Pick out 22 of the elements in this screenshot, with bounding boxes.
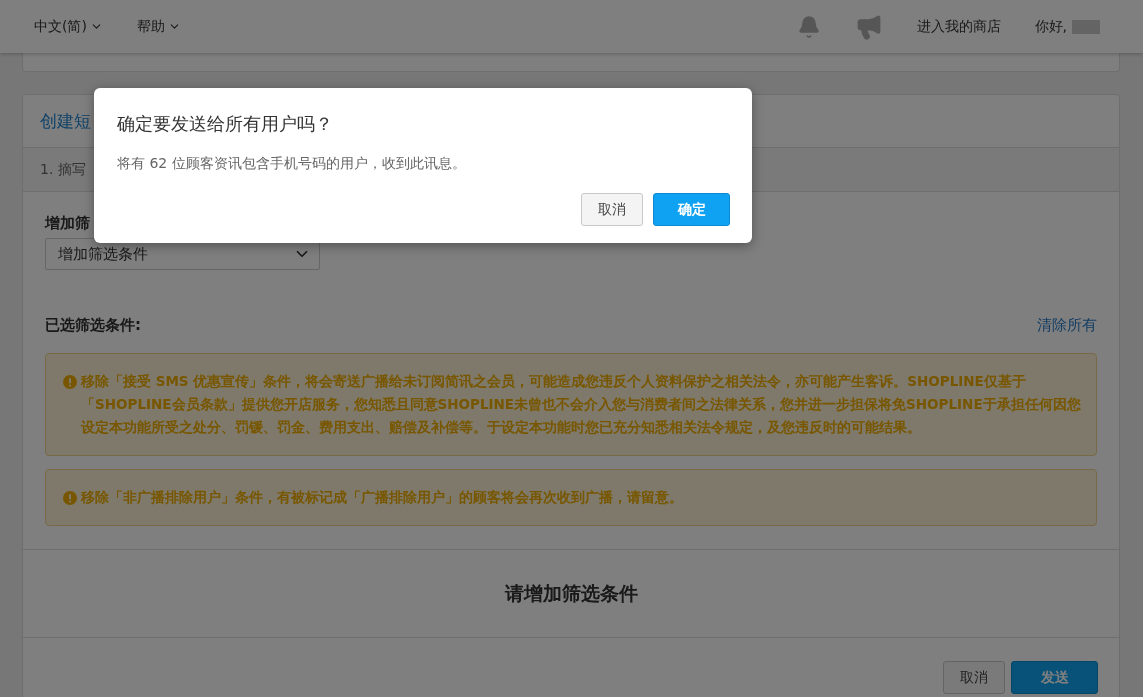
dialog-message: 将有 62 位顾客资讯包含手机号码的用户，收到此讯息。 (117, 154, 466, 173)
clear-all-link[interactable]: 清除所有 (1037, 316, 1097, 335)
confirm-button[interactable]: 确定 (653, 193, 730, 226)
selected-filters-label: 已选筛选条件: (45, 316, 141, 335)
empty-filters-message: 请增加筛选条件 (504, 580, 638, 606)
bell-icon (796, 14, 821, 39)
notifications-button[interactable] (796, 14, 821, 39)
menu-dropdown[interactable]: 帮助 (136, 17, 181, 36)
cancel-button[interactable]: 取消 (581, 193, 643, 226)
blurred-name (1072, 19, 1100, 34)
exclamation-circle-icon (63, 374, 77, 389)
cancel-button[interactable]: 取消 (943, 661, 1005, 694)
warning-text: 移除「接受 SMS 优惠宣传」条件，将会寄送广播给未订阅简讯之会员，可能造成您违反个人资料保护之相关法令，亦可能产生客诉。SHOPLINE仅基于「SHOPLINE会员条款」提供您开店服务，您知悉且同意SHOPLINE未曾也不会介入您与消费者间之法律关系，您并进一步担保将免SHOPLINE于承担任何因您设定本功能所受之处分、罚锾、罚金、费用支出、赔偿及补偿等。于设定本功能时您已充分知悉相关法令规定，及您违反时的可能结果。 (81, 372, 1082, 437)
warning-text: 移除「非广播排除用户」条件，有被标记成「广播排除用户」的顾客将会再次收到广播，请留意。 (81, 488, 684, 507)
dialog-title: 确定要发送给所有用户吗？ (117, 112, 333, 136)
menu-dropdown[interactable]: 中文(简) (34, 17, 103, 36)
filter-label: 增加筛 (45, 214, 90, 233)
exclamation-circle-icon (63, 490, 77, 505)
card-title: 创建短 (40, 109, 91, 133)
greeting-text: 你好, (1034, 17, 1067, 36)
step-label: 1. 摘写 (40, 160, 86, 179)
store-link[interactable]: 进入我的商店 (916, 17, 1001, 36)
